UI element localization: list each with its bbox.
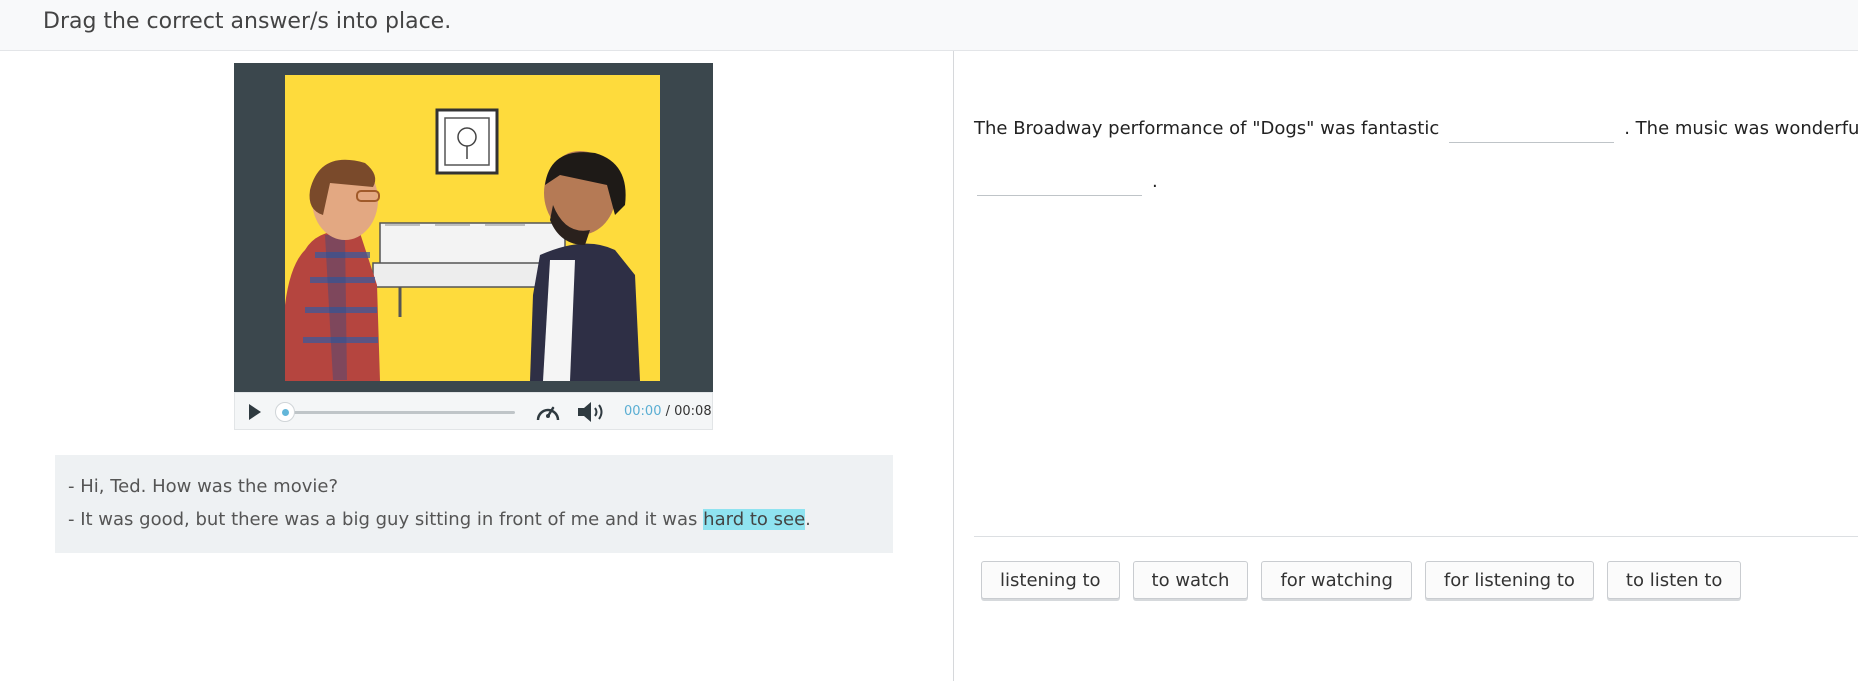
progress-track[interactable] bbox=[285, 411, 515, 414]
speed-icon[interactable] bbox=[535, 400, 561, 424]
question-sentence: The Broadway performance of "Dogs" was f… bbox=[974, 117, 1858, 143]
answer-chip-to-listen-to[interactable]: to listen to bbox=[1606, 561, 1742, 599]
video-frame[interactable] bbox=[285, 75, 660, 381]
question-text: . The music was wonderful bbox=[1624, 118, 1858, 139]
transcript-line: - Hi, Ted. How was the movie? bbox=[68, 476, 339, 497]
video-player[interactable]: 00:00 / 00:08 bbox=[234, 63, 713, 430]
panel-divider bbox=[953, 51, 954, 681]
duration: 00:08 bbox=[674, 404, 712, 419]
transcript-line: - It was good, but there was a big guy s… bbox=[68, 509, 811, 530]
answer-chip-for-listening-to[interactable]: for listening to bbox=[1424, 561, 1594, 599]
player-controls: 00:00 / 00:08 bbox=[234, 392, 713, 430]
volume-icon[interactable] bbox=[577, 401, 609, 423]
answer-chip-to-watch[interactable]: to watch bbox=[1132, 561, 1249, 599]
question-text: . bbox=[1152, 171, 1158, 192]
instruction-bar: Drag the correct answer/s into place. bbox=[0, 0, 1858, 51]
drop-zone-1[interactable] bbox=[1449, 117, 1615, 143]
answer-chip-listening-to[interactable]: listening to bbox=[981, 561, 1120, 599]
drop-zone-2[interactable] bbox=[977, 170, 1142, 196]
time-separator: / bbox=[661, 404, 675, 419]
time-display: 00:00 / 00:08 bbox=[624, 404, 712, 419]
instruction-text: Drag the correct answer/s into place. bbox=[43, 9, 452, 34]
progress-handle[interactable] bbox=[275, 402, 295, 422]
transcript-box: - Hi, Ted. How was the movie? - It was g… bbox=[55, 455, 893, 553]
highlighted-phrase: hard to see bbox=[703, 509, 806, 530]
answer-bank: listening to to watch for watching for l… bbox=[981, 561, 1742, 599]
play-icon[interactable] bbox=[247, 403, 263, 421]
answer-area-separator bbox=[974, 536, 1858, 537]
video-still-illustration bbox=[285, 75, 660, 381]
question-sentence-continued: . bbox=[977, 170, 1158, 196]
transcript-text: . bbox=[805, 509, 811, 530]
question-text: The Broadway performance of "Dogs" was f… bbox=[974, 118, 1440, 139]
current-time: 00:00 bbox=[624, 404, 662, 419]
answer-chip-for-watching[interactable]: for watching bbox=[1261, 561, 1412, 599]
transcript-text: - It was good, but there was a big guy s… bbox=[68, 509, 704, 530]
